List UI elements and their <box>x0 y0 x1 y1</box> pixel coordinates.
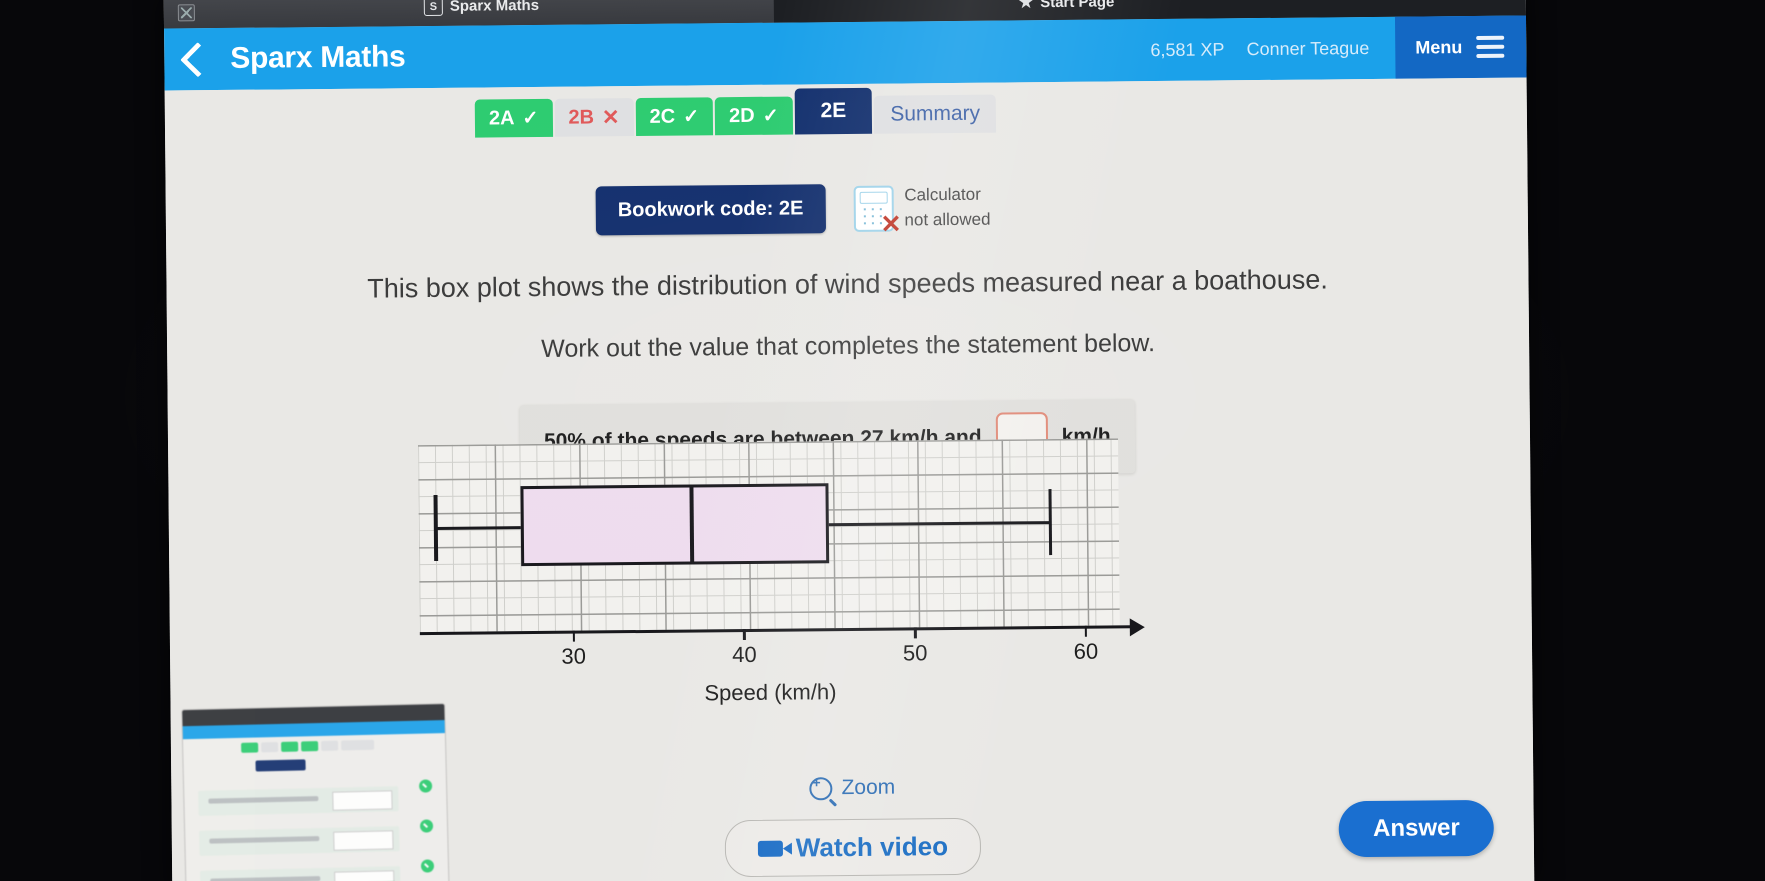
bookwork-code-badge: Bookwork code: 2E <box>595 184 826 236</box>
tab-2c[interactable]: 2C ✓ <box>635 97 714 137</box>
tab-label: 2D <box>728 104 755 127</box>
status-tab-label: Sparx Maths <box>449 0 540 15</box>
check-icon: ✓ <box>762 105 779 127</box>
tab-2e[interactable]: 2E <box>794 87 873 135</box>
x-tick-mark <box>1084 625 1088 637</box>
box-plot-chart: 30 40 50 60 Speed (km/h) <box>418 438 1145 715</box>
zoom-in-magnifier-icon <box>809 776 833 800</box>
tab-label: Summary <box>890 101 981 126</box>
question-line-1: This box plot shows the distribution of … <box>367 264 1328 304</box>
app-title: Sparx Maths <box>230 40 406 75</box>
x-axis-arrow-icon <box>1129 618 1145 637</box>
tab-label: 2E <box>820 99 847 123</box>
calculator-not-allowed: ✕ Calculator not allowed <box>853 183 991 238</box>
tab-summary[interactable]: Summary <box>874 94 997 134</box>
answer-button[interactable]: Answer <box>1338 799 1495 858</box>
x-tick-mark <box>572 630 575 642</box>
tab-2b[interactable]: 2B ✕ <box>554 98 634 137</box>
interquartile-box <box>520 483 829 567</box>
x-tick-label: 60 <box>1073 638 1099 664</box>
x-axis-label: Speed (km/h) <box>704 679 837 706</box>
app-chip-icon <box>177 3 195 21</box>
calculator-text: Calculator not allowed <box>904 183 990 233</box>
header-right: 6,581 XP Conner Teague Menu <box>1150 15 1527 81</box>
x-tick-label: 30 <box>561 643 587 669</box>
sparx-s-icon: S <box>423 0 443 17</box>
xp-counter: 6,581 XP <box>1150 38 1225 60</box>
tab-label: 2A <box>488 106 515 129</box>
user-name[interactable]: Conner Teague <box>1246 37 1369 59</box>
lower-whisker-cap <box>433 494 438 561</box>
watch-video-button-wrap: Watch video <box>172 812 1534 881</box>
check-icon: ✓ <box>522 107 539 129</box>
cross-icon: ✕ <box>601 105 620 129</box>
tab-2a[interactable]: 2A ✓ <box>474 98 553 138</box>
hamburger-icon <box>1476 35 1505 58</box>
menu-label: Menu <box>1415 36 1463 58</box>
tablet-screen: S Sparx Maths ★ Start Page Sparx Maths 6… <box>163 0 1535 881</box>
menu-button[interactable]: Menu <box>1394 15 1527 79</box>
status-tab-sparx-maths[interactable]: S Sparx Maths <box>423 0 540 17</box>
calculator-line2: not allowed <box>904 209 991 230</box>
question-tab-strip: 2A ✓ 2B ✕ 2C ✓ 2D ✓ 2E Summary <box>474 87 997 138</box>
x-tick-label: 50 <box>902 640 928 666</box>
back-button[interactable] <box>164 41 230 77</box>
page-body: 2A ✓ 2B ✕ 2C ✓ 2D ✓ 2E Summary Bookwork … <box>164 77 1535 881</box>
tab-2d[interactable]: 2D ✓ <box>714 96 793 136</box>
bookwork-row: Bookwork code: 2E ✕ Calculator not allow… <box>595 183 991 238</box>
watch-video-label: Watch video <box>795 831 949 863</box>
calculator-line1: Calculator <box>904 184 981 205</box>
x-tick-mark <box>743 629 746 641</box>
chevron-left-icon <box>179 41 216 77</box>
x-tick-mark <box>913 627 917 639</box>
check-icon: ✓ <box>683 105 700 128</box>
x-tick-label: 40 <box>732 641 757 668</box>
tab-label: 2C <box>649 105 676 128</box>
watch-video-button[interactable]: Watch video <box>724 817 982 878</box>
status-tab-label: Start Page <box>1040 0 1115 12</box>
star-icon: ★ <box>1018 0 1034 11</box>
question-line-2: Work out the value that completes the st… <box>541 329 1156 363</box>
upper-whisker-cap <box>1048 489 1053 556</box>
status-tab-start-page[interactable]: ★ Start Page <box>1019 0 1115 11</box>
video-camera-icon <box>757 840 783 857</box>
zoom-label: Zoom <box>841 775 896 800</box>
calculator-not-allowed-icon: ✕ <box>853 185 902 238</box>
photo-background: S Sparx Maths ★ Start Page Sparx Maths 6… <box>0 0 1765 881</box>
tab-label: 2B <box>568 105 595 129</box>
